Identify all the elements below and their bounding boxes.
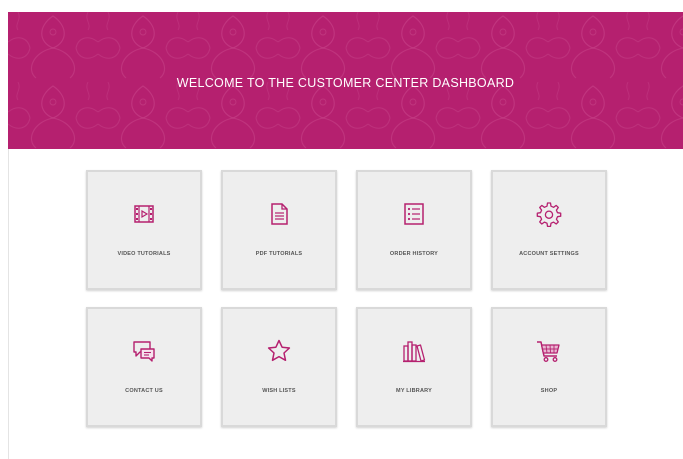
tile-label: VIDEO TUTORIALS — [117, 251, 171, 257]
gear-icon — [535, 200, 563, 228]
shopping-cart-icon — [535, 337, 563, 365]
tile-shop[interactable]: SHOP — [491, 307, 607, 427]
document-icon — [265, 200, 293, 228]
list-icon — [400, 200, 428, 228]
tile-my-library[interactable]: MY LIBRARY — [356, 307, 472, 427]
tile-label: ORDER HISTORY — [389, 251, 439, 257]
video-film-icon — [130, 200, 158, 228]
tile-label: WISH LISTS — [262, 388, 296, 394]
tile-wish-lists[interactable]: WISH LISTS — [221, 307, 337, 427]
dashboard-page: WELCOME TO THE CUSTOMER CENTER DASHBOARD — [0, 0, 683, 459]
tile-pdf-tutorials[interactable]: PDF TUTORIALS — [221, 170, 337, 290]
tile-contact-us[interactable]: CONTACT US — [86, 307, 202, 427]
welcome-banner: WELCOME TO THE CUSTOMER CENTER DASHBOARD — [8, 12, 683, 149]
tile-label: MY LIBRARY — [396, 388, 432, 394]
tile-label: SHOP — [540, 388, 558, 394]
tile-label: ACCOUNT SETTINGS — [519, 251, 579, 257]
content-left-border — [8, 149, 9, 459]
star-icon — [265, 337, 293, 365]
tile-video-tutorials[interactable]: VIDEO TUTORIALS — [86, 170, 202, 290]
tile-order-history[interactable]: ORDER HISTORY — [356, 170, 472, 290]
books-icon — [400, 337, 428, 365]
tile-label: PDF TUTORIALS — [255, 251, 303, 257]
page-title: WELCOME TO THE CUSTOMER CENTER DASHBOARD — [176, 76, 515, 90]
tile-account-settings[interactable]: ACCOUNT SETTINGS — [491, 170, 607, 290]
tile-label: CONTACT US — [125, 388, 163, 394]
chat-bubbles-icon — [130, 337, 158, 365]
dashboard-tile-grid: VIDEO TUTORIALS PDF TUTORIALS ORDER HIST… — [86, 170, 612, 432]
